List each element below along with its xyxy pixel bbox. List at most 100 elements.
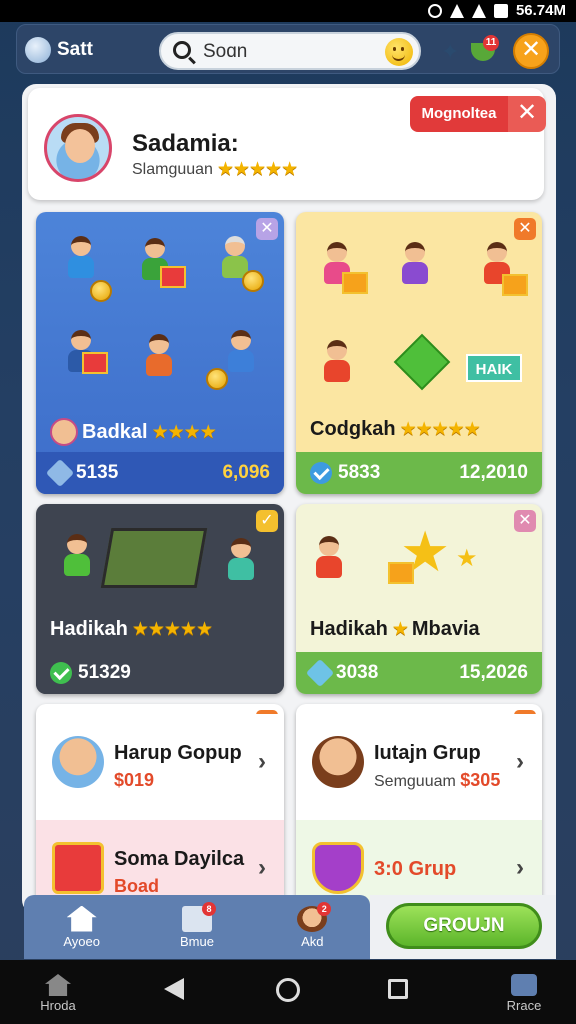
close-button[interactable]: ✕ <box>513 33 549 69</box>
nav-left-label: Hroda <box>40 998 76 1013</box>
check-icon <box>50 662 72 684</box>
tab-label: Bmue <box>180 933 214 949</box>
tab-messages[interactable]: 8 Bmue <box>152 901 242 949</box>
status-time: 56.74M <box>515 2 566 19</box>
chevron-right-icon: › <box>258 854 266 881</box>
list-item-name: 3:0 Grup <box>374 858 457 880</box>
chevron-right-icon: › <box>258 748 266 775</box>
back-icon <box>164 978 184 1000</box>
nav-right-app[interactable]: Rrace <box>496 974 552 1013</box>
logo-icon <box>25 37 51 63</box>
card-right-value: 12,2010 <box>459 462 528 483</box>
game-card-1[interactable]: ✕ Badkal ★★★★ 5135 6,096 <box>36 212 284 494</box>
search-icon <box>173 41 191 59</box>
card-title-row: Hadikah ★★★★★ <box>50 618 213 641</box>
card-title-row: Badkal ★★★★ <box>50 418 217 446</box>
list-item[interactable]: Soma Dayilca Boad › <box>36 820 284 904</box>
card-title-row: Codgkah ★★★★★ <box>310 418 481 441</box>
nav-right-label: Rrace <box>506 998 542 1013</box>
notification-button[interactable]: 11 <box>469 35 499 65</box>
card-art: ★ ★ <box>296 504 542 614</box>
shield-icon <box>312 842 364 894</box>
house-icon <box>45 974 71 996</box>
gift-icon <box>52 842 104 894</box>
avatar <box>312 736 364 788</box>
game-card-4[interactable]: ★ ★ ✕ Hadikah ★ Mbavia 3038 15,2026 <box>296 504 542 694</box>
battery-icon <box>493 3 508 18</box>
card-left-value: 5135 <box>76 462 119 483</box>
star-icon: ★ <box>456 545 478 572</box>
recents-button[interactable] <box>388 979 408 999</box>
list-item-subtitle: Semguuam <box>374 773 456 790</box>
card-right-value: 15,2026 <box>459 662 528 683</box>
list-item-price: $305 <box>460 770 501 790</box>
search-box[interactable] <box>159 32 421 70</box>
smiley-icon[interactable] <box>385 38 413 66</box>
brand[interactable]: Satt <box>25 35 93 65</box>
card-title: Hadikah <box>50 618 128 640</box>
card-footer: 5833 12,2010 <box>296 452 542 494</box>
home-button[interactable] <box>276 978 300 1002</box>
profile-name: Sadamia: <box>132 130 239 157</box>
avatar-icon: 2 <box>297 901 332 932</box>
card-check-icon[interactable]: ✓ <box>256 510 278 532</box>
card-art: HAIK <box>296 212 542 452</box>
list-item[interactable]: Iutajn Grup Semguuam $305 › <box>296 714 542 814</box>
back-button[interactable] <box>164 978 184 1000</box>
tab-home[interactable]: Ayoeo <box>37 905 127 949</box>
tab-badge: 2 <box>317 901 332 916</box>
card-stars: ★★★★★ <box>399 419 481 440</box>
check-icon <box>310 462 332 484</box>
signal-icon <box>471 3 486 18</box>
top-bar: Satt ✦ 11 ✕ <box>16 24 560 74</box>
profile-subtitle-row: Slamguuan ★★★★★ <box>132 158 298 181</box>
wifi-icon <box>449 3 464 18</box>
home-icon <box>66 905 97 932</box>
card-footer: 51329 <box>36 652 284 694</box>
card-title-row: Hadikah ★ Mbavia <box>310 618 480 641</box>
list-item[interactable]: Harup Gopup $019 › <box>36 714 284 814</box>
chevron-right-icon: › <box>516 854 524 881</box>
list-card-left: ✕ Harup Gopup $019 › Soma Dayilca Boad › <box>36 704 284 904</box>
tab-bar: Ayoeo 8 Bmue 2 Akd <box>24 895 370 959</box>
alarm-icon <box>427 3 442 18</box>
game-card-3[interactable]: ✓ Hadikah ★★★★★ 51329 <box>36 504 284 694</box>
rating-stars: ★★★★★ <box>216 159 298 180</box>
avatar <box>52 736 104 788</box>
card-left-value: 51329 <box>78 662 131 683</box>
tab-profile[interactable]: 2 Akd <box>267 901 357 949</box>
card-title-suffix: Mbavia <box>411 618 480 640</box>
card-stars: ★ <box>391 619 409 640</box>
list-item-price: $019 <box>114 770 155 790</box>
card-close-icon[interactable]: ✕ <box>514 218 536 240</box>
list-item-price: Boad <box>114 876 159 896</box>
card-close-icon[interactable]: ✕ <box>256 218 278 240</box>
app-icon <box>511 974 537 996</box>
chevron-right-icon: › <box>516 748 524 775</box>
card-footer: 5135 6,096 <box>36 452 284 494</box>
tab-label: Ayoeo <box>63 933 100 949</box>
square-icon <box>388 979 408 999</box>
profile-card[interactable]: Sadamia: Slamguuan ★★★★★ Mognoltea ✕ <box>28 88 546 200</box>
promo-close-icon[interactable]: ✕ <box>508 96 546 132</box>
game-card-2[interactable]: HAIK ✕ Codgkah ★★★★★ 5833 12,2010 <box>296 212 542 494</box>
group-button[interactable]: GROUJN <box>386 903 542 949</box>
nav-home-app[interactable]: Hroda <box>30 974 86 1013</box>
status-bar: 56.74M <box>0 0 576 22</box>
list-item-name: Iutajn Grup <box>374 742 481 764</box>
card-art <box>36 504 284 614</box>
search-input[interactable] <box>203 40 373 64</box>
card-title: Codgkah <box>310 418 396 440</box>
list-item[interactable]: 3:0 Grup › <box>296 820 542 904</box>
card-left-value: 3038 <box>336 662 379 683</box>
card-stars: ★★★★ <box>151 421 217 443</box>
notification-badge: 11 <box>483 35 499 51</box>
circle-icon <box>276 978 300 1002</box>
promo-banner[interactable]: Mognoltea ✕ <box>410 96 546 132</box>
avatar <box>44 114 112 182</box>
card-right-value: 6,096 <box>222 462 270 483</box>
art-sign: HAIK <box>466 354 522 382</box>
list-card-right: ✕ Iutajn Grup Semguuam $305 › 3:0 Grup › <box>296 704 542 904</box>
card-close-icon[interactable]: ✕ <box>514 510 536 532</box>
card-title: Hadikah <box>310 618 388 640</box>
